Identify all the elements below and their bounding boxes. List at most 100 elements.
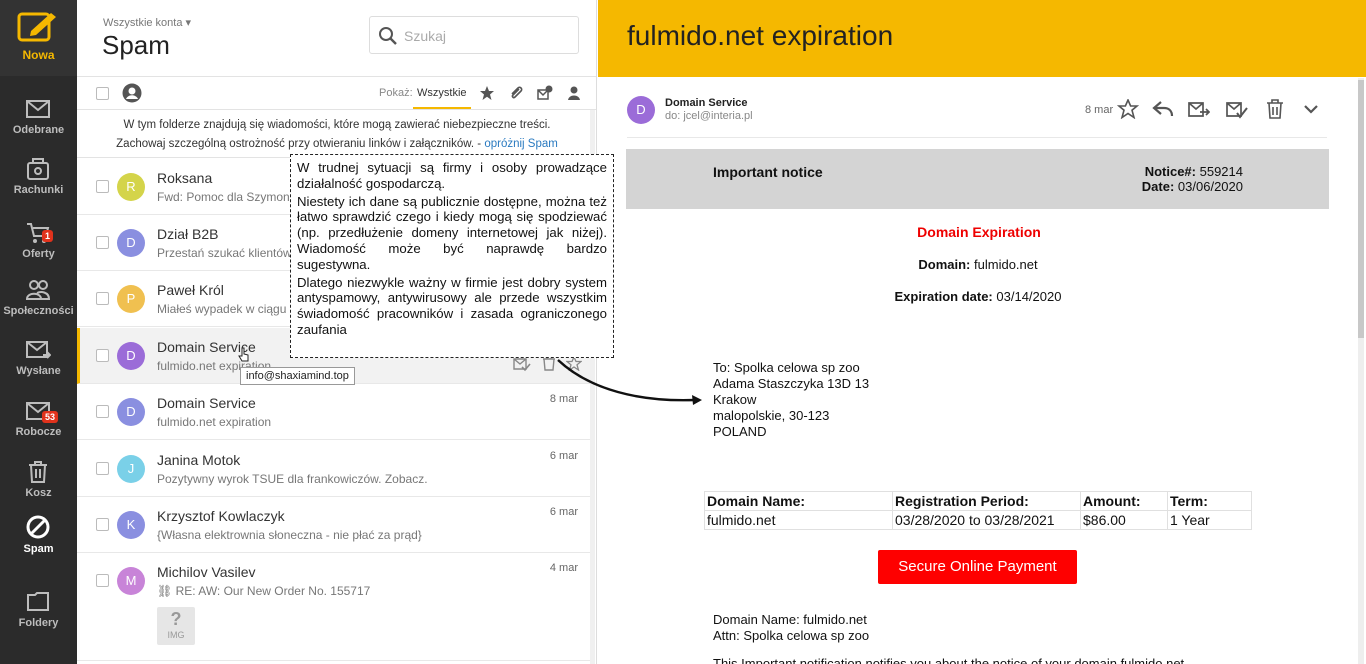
message-title: fulmido.net expiration xyxy=(627,20,894,51)
footer-line: Domain Name: fulmido.net xyxy=(713,612,867,627)
show-all-filter[interactable]: Wszystkie xyxy=(413,78,471,109)
search-input[interactable] xyxy=(404,26,569,46)
nav-label: Społeczności xyxy=(3,305,74,317)
row-checkbox[interactable] xyxy=(96,180,109,193)
email-banner: Important notice Notice#: 559214 Date: 0… xyxy=(626,149,1329,209)
newsletter-filter-icon[interactable] xyxy=(537,85,553,101)
list-item[interactable]: K Krzysztof Kowlaczyk {Własna elektrowni… xyxy=(77,497,590,553)
sender-tooltip: info@shaxiamind.top xyxy=(240,367,355,385)
row-checkbox[interactable] xyxy=(96,462,109,475)
avatar: R xyxy=(117,173,145,201)
image-attachment-thumbnail[interactable]: ? IMG xyxy=(157,607,195,645)
forward-icon[interactable] xyxy=(1188,99,1210,119)
nav-item-offers[interactable]: 1 Oferty xyxy=(0,220,77,278)
message-sender: Dział B2B xyxy=(157,226,219,242)
mark-read-icon[interactable] xyxy=(1226,99,1248,119)
table-header: Amount: xyxy=(1080,491,1168,511)
mark-read-icon[interactable] xyxy=(513,356,531,372)
trash-icon xyxy=(29,461,47,483)
avatar: M xyxy=(117,567,145,595)
attachment-icon: ⛓ xyxy=(157,584,173,598)
question-mark-icon: ? xyxy=(170,609,182,629)
avatar: D xyxy=(117,229,145,257)
row-checkbox[interactable] xyxy=(96,349,109,362)
select-all-checkbox[interactable] xyxy=(96,87,109,100)
table-cell: fulmido.net xyxy=(704,510,893,530)
reply-icon[interactable] xyxy=(1152,99,1174,119)
row-checkbox[interactable] xyxy=(96,518,109,531)
chevron-down-icon: ▾ xyxy=(185,17,192,29)
nav-label: Wysłane xyxy=(16,365,61,377)
list-header: Wszystkie konta ▾ Spam xyxy=(77,0,596,77)
scrollbar-thumb[interactable] xyxy=(1358,80,1364,338)
folder-title: Spam xyxy=(102,30,170,60)
domain-table: Domain Name: Registration Period: Amount… xyxy=(704,491,1252,530)
date-value: 03/06/2020 xyxy=(1177,179,1243,194)
domain-line: Domain: fulmido.net xyxy=(598,257,1358,272)
row-checkbox[interactable] xyxy=(96,292,109,305)
delete-icon[interactable] xyxy=(1264,99,1286,119)
person-filter-icon[interactable] xyxy=(566,85,582,101)
footer-line: Attn: Spolka celowa sp zoo xyxy=(713,628,870,643)
search-icon xyxy=(379,27,397,45)
nav-item-folders[interactable]: Foldery xyxy=(0,589,77,647)
list-item[interactable]: J Janina Motok Pozytywny wyrok TSUE dla … xyxy=(77,441,590,497)
message-date: 6 mar xyxy=(549,450,578,462)
nav-label: Oferty xyxy=(22,248,55,260)
email-body-cut: This Important notification notifies you… xyxy=(713,656,1185,664)
empty-spam-link[interactable]: opróżnij Spam xyxy=(484,138,558,150)
reader-scrollbar[interactable] xyxy=(1358,78,1364,664)
message-subject: {Własna elektrownia słoneczna - nie płać… xyxy=(157,528,422,542)
notice-label: Notice#: xyxy=(1144,164,1196,179)
annotation-arrow xyxy=(557,359,702,405)
row-checkbox[interactable] xyxy=(96,236,109,249)
domain-expiration-heading: Domain Expiration xyxy=(917,224,1041,240)
table-header-row: Domain Name: Registration Period: Amount… xyxy=(704,491,1252,511)
bill-icon xyxy=(27,158,49,180)
star-icon[interactable] xyxy=(1117,99,1139,119)
account-selector[interactable]: Wszystkie konta ▾ xyxy=(103,16,191,29)
annotation-paragraph: Dlatego niezwykle ważny w firmie jest do… xyxy=(297,274,607,337)
nav-item-drafts[interactable]: 53 Robocze xyxy=(0,398,77,456)
table-header: Registration Period: xyxy=(892,491,1081,511)
nav-item-communities[interactable]: Społeczności xyxy=(0,277,77,335)
row-checkbox[interactable] xyxy=(96,574,109,587)
date-label: Date: xyxy=(1141,179,1175,194)
nav-item-sent[interactable]: Wysłane xyxy=(0,337,77,395)
nav-item-trash[interactable]: Kosz xyxy=(0,459,77,517)
message-sender: Roksana xyxy=(157,170,213,186)
drafts-badge: 53 xyxy=(42,411,59,423)
message-sender: Paweł Król xyxy=(157,282,224,298)
new-message-label: Nowa xyxy=(22,48,55,62)
sender-filter-icon[interactable] xyxy=(122,83,142,103)
expiration-line: Expiration date: 03/14/2020 xyxy=(598,289,1358,304)
sender-name[interactable]: Domain Service xyxy=(665,97,748,109)
message-sender: Krzysztof Kowlaczyk xyxy=(157,508,285,524)
avatar: D xyxy=(117,398,145,426)
main-nav: Nowa Odebrane Rachunki 1 Oferty Społeczn… xyxy=(0,0,77,664)
list-item[interactable]: M Michilov Vasilev ⛓ RE: AW: Our New Ord… xyxy=(77,553,590,661)
row-checkbox[interactable] xyxy=(96,405,109,418)
show-label: Pokaż: xyxy=(379,87,413,99)
reading-pane: fulmido.net expiration D Domain Service … xyxy=(598,0,1366,664)
secure-payment-button[interactable]: Secure Online Payment xyxy=(878,550,1077,584)
nav-item-bills[interactable]: Rachunki xyxy=(0,156,77,214)
chevron-down-icon[interactable] xyxy=(1300,99,1322,119)
nav-item-spam[interactable]: Spam xyxy=(0,515,77,573)
nav-item-inbox[interactable]: Odebrane xyxy=(0,96,77,154)
folder-icon xyxy=(27,592,49,611)
attachment-filter-icon[interactable] xyxy=(508,85,524,101)
avatar: D xyxy=(117,342,145,370)
image-thumb-label: IMG xyxy=(167,630,185,640)
address-line: Krakow xyxy=(713,392,757,407)
sender-avatar: D xyxy=(627,96,655,124)
send-icon xyxy=(26,341,51,359)
recipient: do: jcel@interia.pl xyxy=(665,110,753,122)
list-item[interactable]: D Domain Service fulmido.net expiration … xyxy=(77,384,590,440)
star-filter-icon[interactable] xyxy=(479,85,495,101)
hand-cursor-icon xyxy=(238,347,249,362)
new-message-button[interactable]: Nowa xyxy=(0,0,77,76)
search-box[interactable] xyxy=(369,16,579,54)
avatar: K xyxy=(117,511,145,539)
table-header: Domain Name: xyxy=(704,491,893,511)
